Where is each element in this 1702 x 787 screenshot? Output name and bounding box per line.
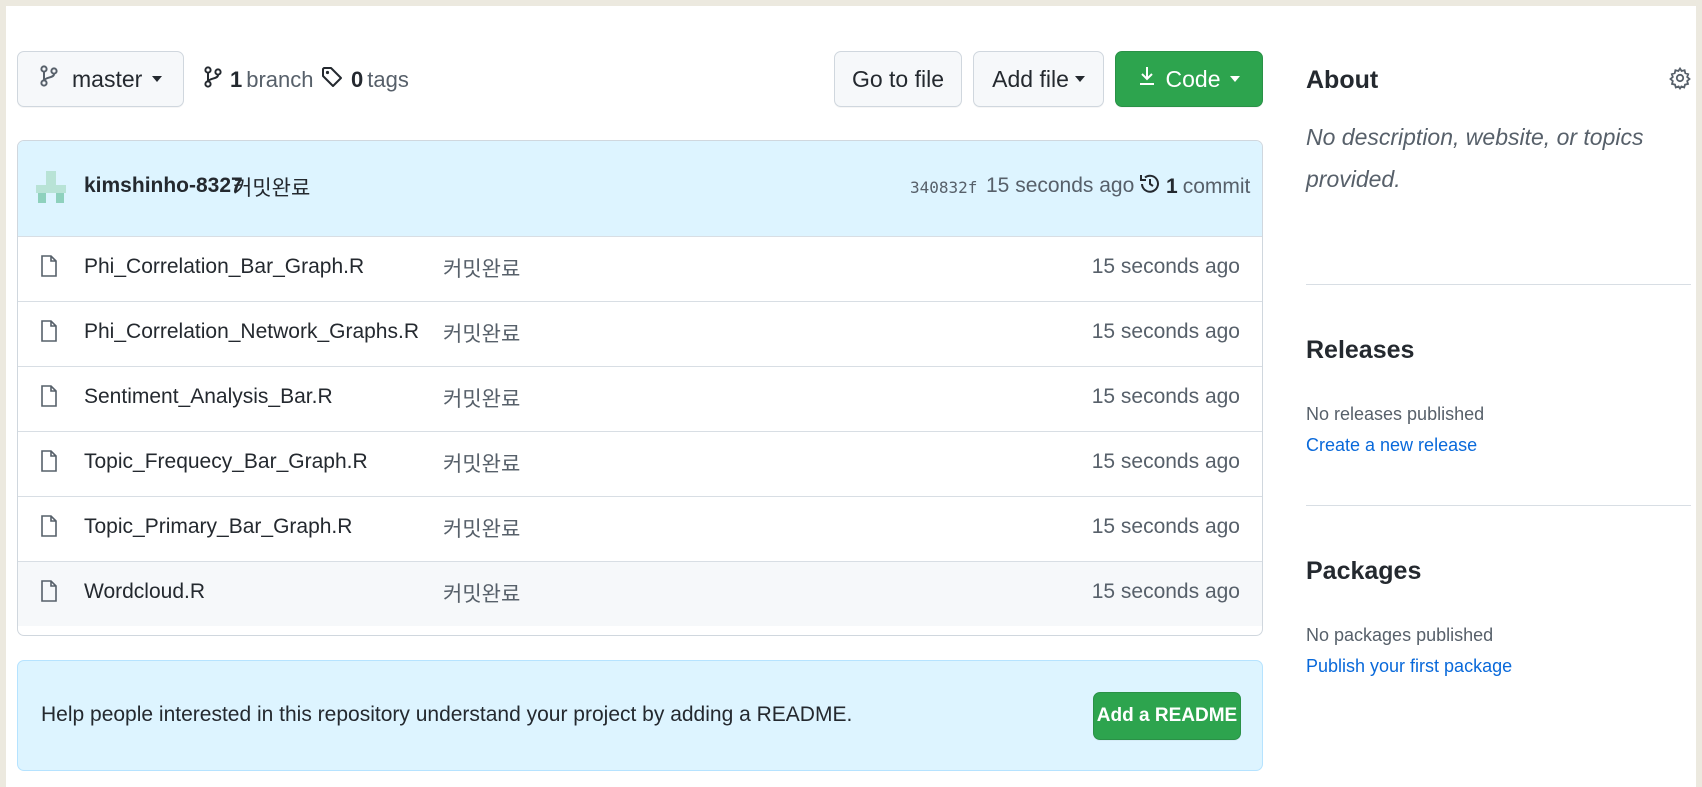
file-icon <box>40 385 58 412</box>
releases-empty-text: No releases published <box>1306 404 1485 424</box>
go-to-file-label: Go to file <box>851 65 945 92</box>
file-name[interactable]: Wordcloud.R <box>84 580 205 604</box>
file-row[interactable]: Phi_Correlation_Bar_Graph.R 커밋완료 15 seco… <box>18 236 1262 301</box>
add-readme-label: Add a README <box>1096 705 1238 726</box>
file-icon <box>40 515 58 542</box>
releases-heading[interactable]: Releases <box>1306 336 1414 365</box>
add-file-button[interactable]: Add file <box>973 51 1104 107</box>
latest-commit-bar: kimshinho-8327 커밋완료 340832f 15 seconds a… <box>18 141 1262 237</box>
chevron-down-icon <box>1074 76 1085 82</box>
commit-message[interactable]: 커밋완료 <box>233 172 310 202</box>
branch-label: branch <box>246 67 314 92</box>
sidebar-divider <box>1306 505 1691 506</box>
create-release-link[interactable]: Create a new release <box>1306 435 1477 456</box>
history-icon <box>1138 172 1162 202</box>
file-icon <box>40 450 58 477</box>
commit-history-link[interactable]: 1 commit <box>1138 172 1250 202</box>
add-file-label: Add file <box>992 65 1069 92</box>
file-list: kimshinho-8327 커밋완료 340832f 15 seconds a… <box>17 140 1263 636</box>
tag-icon <box>321 66 343 94</box>
branch-icon <box>204 66 222 94</box>
download-icon <box>1138 65 1156 93</box>
tags-link[interactable]: 0 tags <box>321 66 409 94</box>
branch-count: 1 <box>230 67 243 92</box>
file-commit-message[interactable]: 커밋완료 <box>443 513 520 543</box>
branches-link[interactable]: 1 branch <box>204 66 314 94</box>
file-time: 15 seconds ago <box>1091 385 1240 408</box>
publish-package-link[interactable]: Publish your first package <box>1306 656 1512 677</box>
avatar[interactable] <box>36 171 66 212</box>
readme-prompt: Help people interested in this repositor… <box>17 660 1263 771</box>
file-time: 15 seconds ago <box>1091 450 1240 473</box>
about-description: No description, website, or topics <box>1306 124 1644 150</box>
file-time: 15 seconds ago <box>1091 320 1240 343</box>
repo-page: master 1 branch 0 tags Go to file Add fi… <box>6 6 1696 787</box>
code-button[interactable]: Code <box>1115 51 1263 107</box>
about-description-cont: provided. <box>1306 166 1401 192</box>
packages-empty-text: No packages published <box>1306 625 1494 645</box>
chevron-down-icon <box>152 76 163 82</box>
code-label: Code <box>1165 65 1221 92</box>
commit-author[interactable]: kimshinho-8327 <box>84 174 243 198</box>
commit-sha[interactable]: 340832f <box>910 178 977 197</box>
file-name[interactable]: Topic_Frequecy_Bar_Graph.R <box>84 450 368 474</box>
commit-count-label: commit <box>1182 175 1251 198</box>
file-row[interactable]: Wordcloud.R 커밋완료 15 seconds ago <box>18 561 1262 626</box>
branch-selector-button[interactable]: master <box>17 51 184 107</box>
file-commit-message[interactable]: 커밋완료 <box>443 253 520 283</box>
file-row[interactable]: Topic_Frequecy_Bar_Graph.R 커밋완료 15 secon… <box>18 431 1262 496</box>
file-name[interactable]: Topic_Primary_Bar_Graph.R <box>84 515 352 539</box>
file-commit-message[interactable]: 커밋완료 <box>443 578 520 608</box>
file-name[interactable]: Phi_Correlation_Network_Graphs.R <box>84 320 419 344</box>
file-icon <box>40 320 58 347</box>
branch-name: master <box>72 65 143 92</box>
file-icon <box>40 255 58 282</box>
file-commit-message[interactable]: 커밋완료 <box>443 318 520 348</box>
sidebar-divider <box>1306 284 1691 285</box>
packages-heading[interactable]: Packages <box>1306 557 1421 586</box>
tag-count: 0 <box>351 67 364 92</box>
about-heading: About <box>1306 66 1379 94</box>
file-commit-message[interactable]: 커밋완료 <box>443 448 520 478</box>
file-row[interactable]: Phi_Correlation_Network_Graphs.R 커밋완료 15… <box>18 301 1262 366</box>
file-row[interactable]: Topic_Primary_Bar_Graph.R 커밋완료 15 second… <box>18 496 1262 561</box>
branch-icon <box>40 65 58 93</box>
readme-prompt-text: Help people interested in this repositor… <box>41 703 853 726</box>
gear-icon[interactable] <box>1668 66 1692 95</box>
file-name[interactable]: Sentiment_Analysis_Bar.R <box>84 385 333 409</box>
file-time: 15 seconds ago <box>1091 255 1240 278</box>
file-row[interactable]: Sentiment_Analysis_Bar.R 커밋완료 15 seconds… <box>18 366 1262 431</box>
file-time: 15 seconds ago <box>1091 515 1240 538</box>
tag-label: tags <box>367 67 409 92</box>
file-commit-message[interactable]: 커밋완료 <box>443 383 520 413</box>
file-name[interactable]: Phi_Correlation_Bar_Graph.R <box>84 255 364 279</box>
commit-count: 1 <box>1166 175 1178 198</box>
go-to-file-button[interactable]: Go to file <box>834 51 962 107</box>
commit-time: 15 seconds ago <box>986 174 1135 197</box>
chevron-down-icon <box>1230 76 1241 82</box>
file-icon <box>40 580 58 607</box>
file-time: 15 seconds ago <box>1091 580 1240 603</box>
add-readme-button[interactable]: Add a README <box>1093 692 1241 740</box>
